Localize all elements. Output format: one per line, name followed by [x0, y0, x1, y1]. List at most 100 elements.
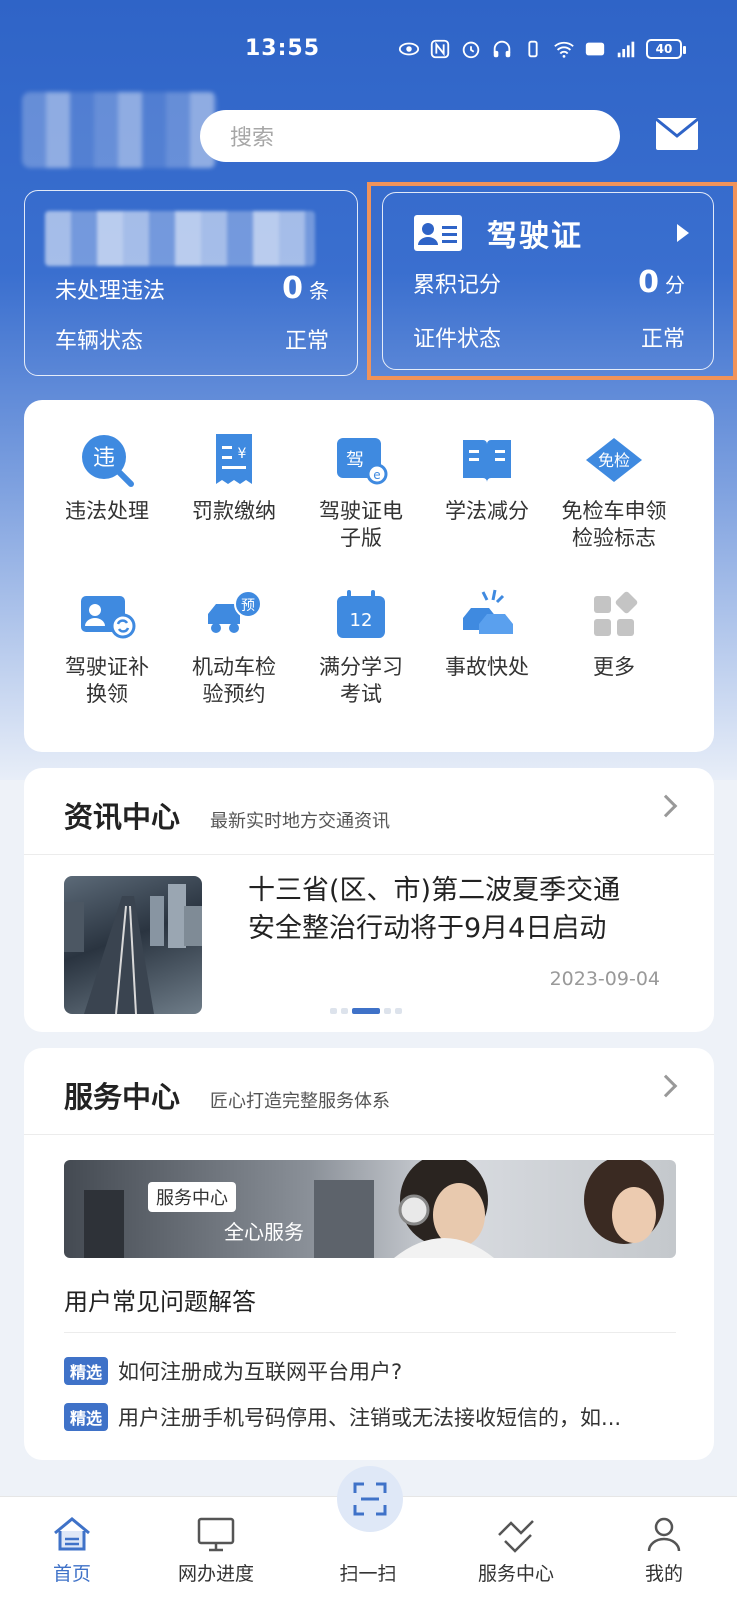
- func-e-license[interactable]: 驾 e 驾驶证电 子版: [296, 430, 426, 552]
- status-icons: 40: [398, 38, 686, 60]
- func-more[interactable]: 更多: [549, 586, 679, 681]
- calendar-12-icon: 12: [337, 590, 385, 638]
- faq-item[interactable]: 精选 用户注册手机号码停用、注销或无法接收短信的，如...: [64, 1402, 684, 1432]
- service-center-card: 服务中心 匠心打造完整服务体系 服务中心 全心服务 用户常见问题解答 精选 如何…: [24, 1048, 714, 1460]
- license-status-row: 证件状态 正常: [413, 321, 685, 353]
- points-label: 累积记分: [413, 273, 502, 298]
- license-renew-icon: [81, 596, 136, 639]
- vibrate-icon: [528, 40, 538, 58]
- func-exempt-inspection[interactable]: 免检 免检车申领 检验标志: [549, 430, 679, 552]
- id-card-icon: [414, 215, 462, 251]
- news-subtitle: 最新实时地方交通资讯: [210, 811, 391, 832]
- user-icon: [647, 1517, 681, 1552]
- tab-service-center[interactable]: 服务中心: [456, 1497, 576, 1586]
- news-title: 资讯中心: [64, 800, 181, 834]
- vehicle-status-value: 正常: [284, 329, 329, 354]
- func-accident-quick[interactable]: 事故快处: [422, 586, 552, 681]
- home-icon: [54, 1517, 90, 1551]
- func-license-renew[interactable]: 驾驶证补 换领: [42, 586, 172, 708]
- news-center-card[interactable]: 资讯中心 最新实时地方交通资讯 十三省(区、市)第二波夏季交通 安全整治行动将于…: [24, 768, 714, 1032]
- service-banner[interactable]: 服务中心 全心服务: [64, 1160, 676, 1258]
- vehicle-status-label: 车辆状态: [55, 329, 144, 354]
- vehicle-card[interactable]: 未处理违法 0条 车辆状态 正常: [24, 190, 358, 376]
- func-fine-payment[interactable]: ¥ 罚款缴纳: [169, 430, 299, 525]
- tab-home[interactable]: 首页: [12, 1497, 132, 1586]
- featured-badge: 精选: [64, 1357, 109, 1385]
- alarm-icon: [462, 41, 480, 59]
- hd-icon: [585, 42, 605, 56]
- function-grid: 违 违法处理 ¥ 罚款缴纳 驾 e 驾驶证电 子版 学法减分 免检 免检车申领 …: [24, 400, 714, 752]
- service-header: 服务中心 匠心打造完整服务体系: [64, 1074, 390, 1116]
- news-header: 资讯中心 最新实时地方交通资讯: [64, 794, 390, 836]
- svg-text:¥: ¥: [238, 446, 247, 462]
- car-accident-icon: [463, 589, 513, 634]
- chevron-right-icon[interactable]: [654, 1074, 678, 1098]
- carousel-dot-active: [352, 1008, 380, 1014]
- news-date: 2023-09-04: [549, 968, 660, 990]
- svg-text:预: 预: [241, 598, 255, 614]
- mail-icon[interactable]: [654, 116, 700, 152]
- fine-receipt-icon: ¥: [216, 434, 252, 484]
- divider: [64, 1332, 676, 1333]
- wifi-icon: [554, 41, 574, 58]
- handshake-icon: [498, 1520, 534, 1553]
- tab-profile[interactable]: 我的: [604, 1497, 724, 1586]
- carousel-dot: [395, 1008, 402, 1014]
- points-row: 累积记分 0分: [413, 265, 685, 300]
- user-avatar-blurred[interactable]: [22, 92, 217, 168]
- chevron-right-icon[interactable]: [654, 794, 678, 818]
- arrow-right-icon: [677, 224, 689, 242]
- search-placeholder: 搜索: [230, 126, 275, 151]
- service-title: 服务中心: [64, 1080, 181, 1114]
- tab-progress[interactable]: 网办进度: [156, 1497, 276, 1586]
- svg-text:驾: 驾: [346, 450, 364, 471]
- license-title: 驾驶证: [487, 219, 583, 254]
- scan-button[interactable]: [337, 1466, 403, 1532]
- headphones-icon: [493, 40, 511, 58]
- plate-number-blurred: [45, 211, 315, 266]
- monitor-icon: [197, 1517, 235, 1552]
- open-book-icon: [463, 440, 511, 482]
- license-status-label: 证件状态: [413, 327, 502, 352]
- service-banner-tag: 服务中心: [148, 1182, 236, 1212]
- status-bar: 13:55 40: [0, 28, 737, 72]
- violations-unit: 条: [309, 279, 329, 303]
- carousel-dots: [330, 1008, 402, 1014]
- license-card[interactable]: 驾驶证 累积记分 0分 证件状态 正常: [382, 192, 714, 370]
- func-full-score-study[interactable]: 12 满分学习 考试: [296, 586, 426, 708]
- violations-value: 0: [282, 271, 303, 306]
- license-card-header: 驾驶证: [413, 211, 689, 255]
- func-study-reduce[interactable]: 学法减分: [422, 430, 552, 525]
- violations-row: 未处理违法 0条: [55, 271, 329, 306]
- service-banner-text: 全心服务: [224, 1220, 304, 1244]
- violation-search-icon: 违: [82, 435, 134, 487]
- func-violation[interactable]: 违 违法处理: [42, 430, 172, 525]
- news-headline[interactable]: 十三省(区、市)第二波夏季交通 安全整治行动将于9月4日启动: [248, 872, 668, 948]
- faq-item[interactable]: 精选 如何注册成为互联网平台用户?: [64, 1356, 684, 1386]
- e-license-icon: 驾 e: [337, 438, 388, 485]
- points-value: 0: [638, 265, 659, 300]
- service-subtitle: 匠心打造完整服务体系: [210, 1091, 391, 1112]
- scan-icon: [353, 1482, 387, 1516]
- points-unit: 分: [665, 273, 685, 297]
- divider: [24, 854, 714, 855]
- status-time: 13:55: [245, 36, 321, 61]
- search-bar[interactable]: 搜索: [200, 110, 620, 162]
- signal-icon: [617, 41, 635, 58]
- violations-label: 未处理违法: [55, 279, 166, 304]
- nfc-icon: [430, 39, 450, 59]
- carousel-dot: [330, 1008, 337, 1014]
- exempt-badge-icon: 免检: [586, 438, 642, 482]
- faq-title: 用户常见问题解答: [64, 1288, 256, 1316]
- eye-icon: [398, 42, 420, 56]
- inspection-booking-icon: 预: [208, 590, 262, 633]
- func-inspection-booking[interactable]: 预 机动车检 验预约: [169, 586, 299, 708]
- svg-text:免检: 免检: [598, 451, 630, 470]
- carousel-dot: [384, 1008, 391, 1014]
- featured-badge: 精选: [64, 1403, 109, 1431]
- news-thumbnail[interactable]: [64, 876, 202, 1014]
- divider: [24, 1134, 714, 1135]
- svg-text:违: 违: [93, 446, 115, 471]
- svg-text:12: 12: [350, 610, 373, 631]
- more-grid-icon: [594, 591, 638, 636]
